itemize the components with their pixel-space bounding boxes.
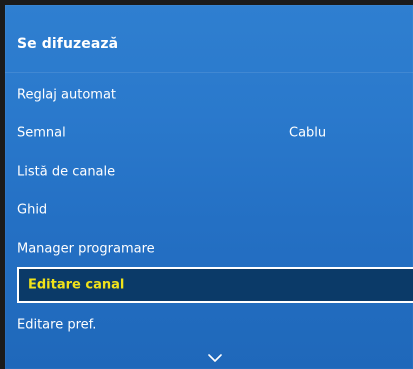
menu-item-label: Editare canal	[28, 277, 125, 293]
tv-screen: Se difuzează Reglaj automat Semnal Cablu…	[0, 0, 413, 369]
menu-item-channel-list[interactable]: Listă de canale	[5, 154, 413, 190]
chevron-down-icon[interactable]	[208, 348, 222, 362]
menu-item-auto-tuning[interactable]: Reglaj automat	[5, 77, 413, 113]
menu-item-edit-channel[interactable]: Editare canal	[17, 267, 413, 303]
signal-value: Cablu	[289, 125, 327, 141]
menu-item-label: Semnal	[17, 125, 66, 141]
menu-item-schedule-manager[interactable]: Manager programare	[5, 231, 413, 267]
menu-item-label: Editare pref.	[17, 317, 97, 333]
menu-item-label: Manager programare	[17, 241, 155, 257]
menu-title: Se difuzează	[17, 36, 119, 52]
menu-item-guide[interactable]: Ghid	[5, 192, 413, 228]
menu-item-edit-favorites[interactable]: Editare pref.	[5, 307, 413, 343]
menu-item-label: Ghid	[17, 202, 48, 218]
menu-item-label: Listă de canale	[17, 164, 116, 180]
title-divider	[5, 72, 413, 73]
menu-item-label: Reglaj automat	[17, 87, 117, 103]
broadcast-menu-panel: Se difuzează Reglaj automat Semnal Cablu…	[5, 5, 413, 369]
menu-item-signal[interactable]: Semnal Cablu	[5, 115, 413, 151]
